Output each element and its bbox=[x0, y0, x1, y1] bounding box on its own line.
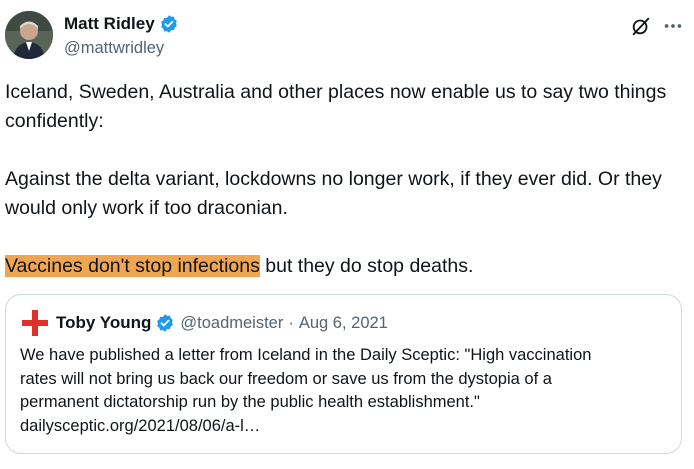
tweet-paragraph-3-rest: but they do stop deaths. bbox=[259, 255, 474, 277]
quoted-tweet-text: We have published a letter from Iceland … bbox=[20, 344, 670, 438]
quoted-link[interactable]: dailysceptic.org/2021/08/06/a-l… bbox=[20, 415, 670, 439]
tweet-paragraph-1: Iceland, Sweden, Australia and other pla… bbox=[5, 81, 667, 132]
author-display-name[interactable]: Matt Ridley bbox=[64, 13, 155, 35]
tweet-body: Iceland, Sweden, Australia and other pla… bbox=[5, 78, 689, 281]
tweet-paragraph-3: Vaccines don't stop infections but they … bbox=[5, 252, 689, 281]
more-icon[interactable] bbox=[662, 15, 684, 37]
quoted-author-display-name[interactable]: Toby Young bbox=[56, 313, 151, 333]
tweet: Matt Ridley @mattwridley Iceland, Sweden… bbox=[0, 0, 694, 469]
verified-badge-icon bbox=[157, 314, 174, 332]
quoted-tweet-header: Toby Young @toadmeister · Aug 6, 2021 bbox=[20, 310, 388, 336]
quoted-tweet-date[interactable]: Aug 6, 2021 bbox=[299, 314, 388, 333]
author-handle[interactable]: @mattwridley bbox=[64, 37, 179, 59]
quoted-text-line: permanent dictatorship run by the public… bbox=[20, 393, 480, 411]
separator-dot: · bbox=[288, 313, 294, 332]
grok-icon[interactable] bbox=[630, 15, 652, 37]
quoted-text-line: We have published a letter from Iceland … bbox=[20, 346, 592, 364]
author-names: Matt Ridley @mattwridley bbox=[64, 13, 179, 59]
tweet-paragraph-2: Against the delta variant, lockdowns no … bbox=[5, 168, 662, 219]
tweet-header: Matt Ridley @mattwridley bbox=[5, 11, 689, 63]
quoted-text-line: rates will not bring us back our freedom… bbox=[20, 369, 552, 388]
avatar[interactable] bbox=[5, 11, 53, 59]
england-flag-avatar-icon[interactable] bbox=[20, 308, 50, 338]
verified-badge-icon bbox=[160, 15, 177, 33]
quoted-author-handle[interactable]: @toadmeister bbox=[180, 314, 283, 333]
quoted-tweet-card[interactable]: Toby Young @toadmeister · Aug 6, 2021 We… bbox=[5, 294, 682, 454]
highlighted-text: Vaccines don't stop infections bbox=[5, 255, 260, 277]
